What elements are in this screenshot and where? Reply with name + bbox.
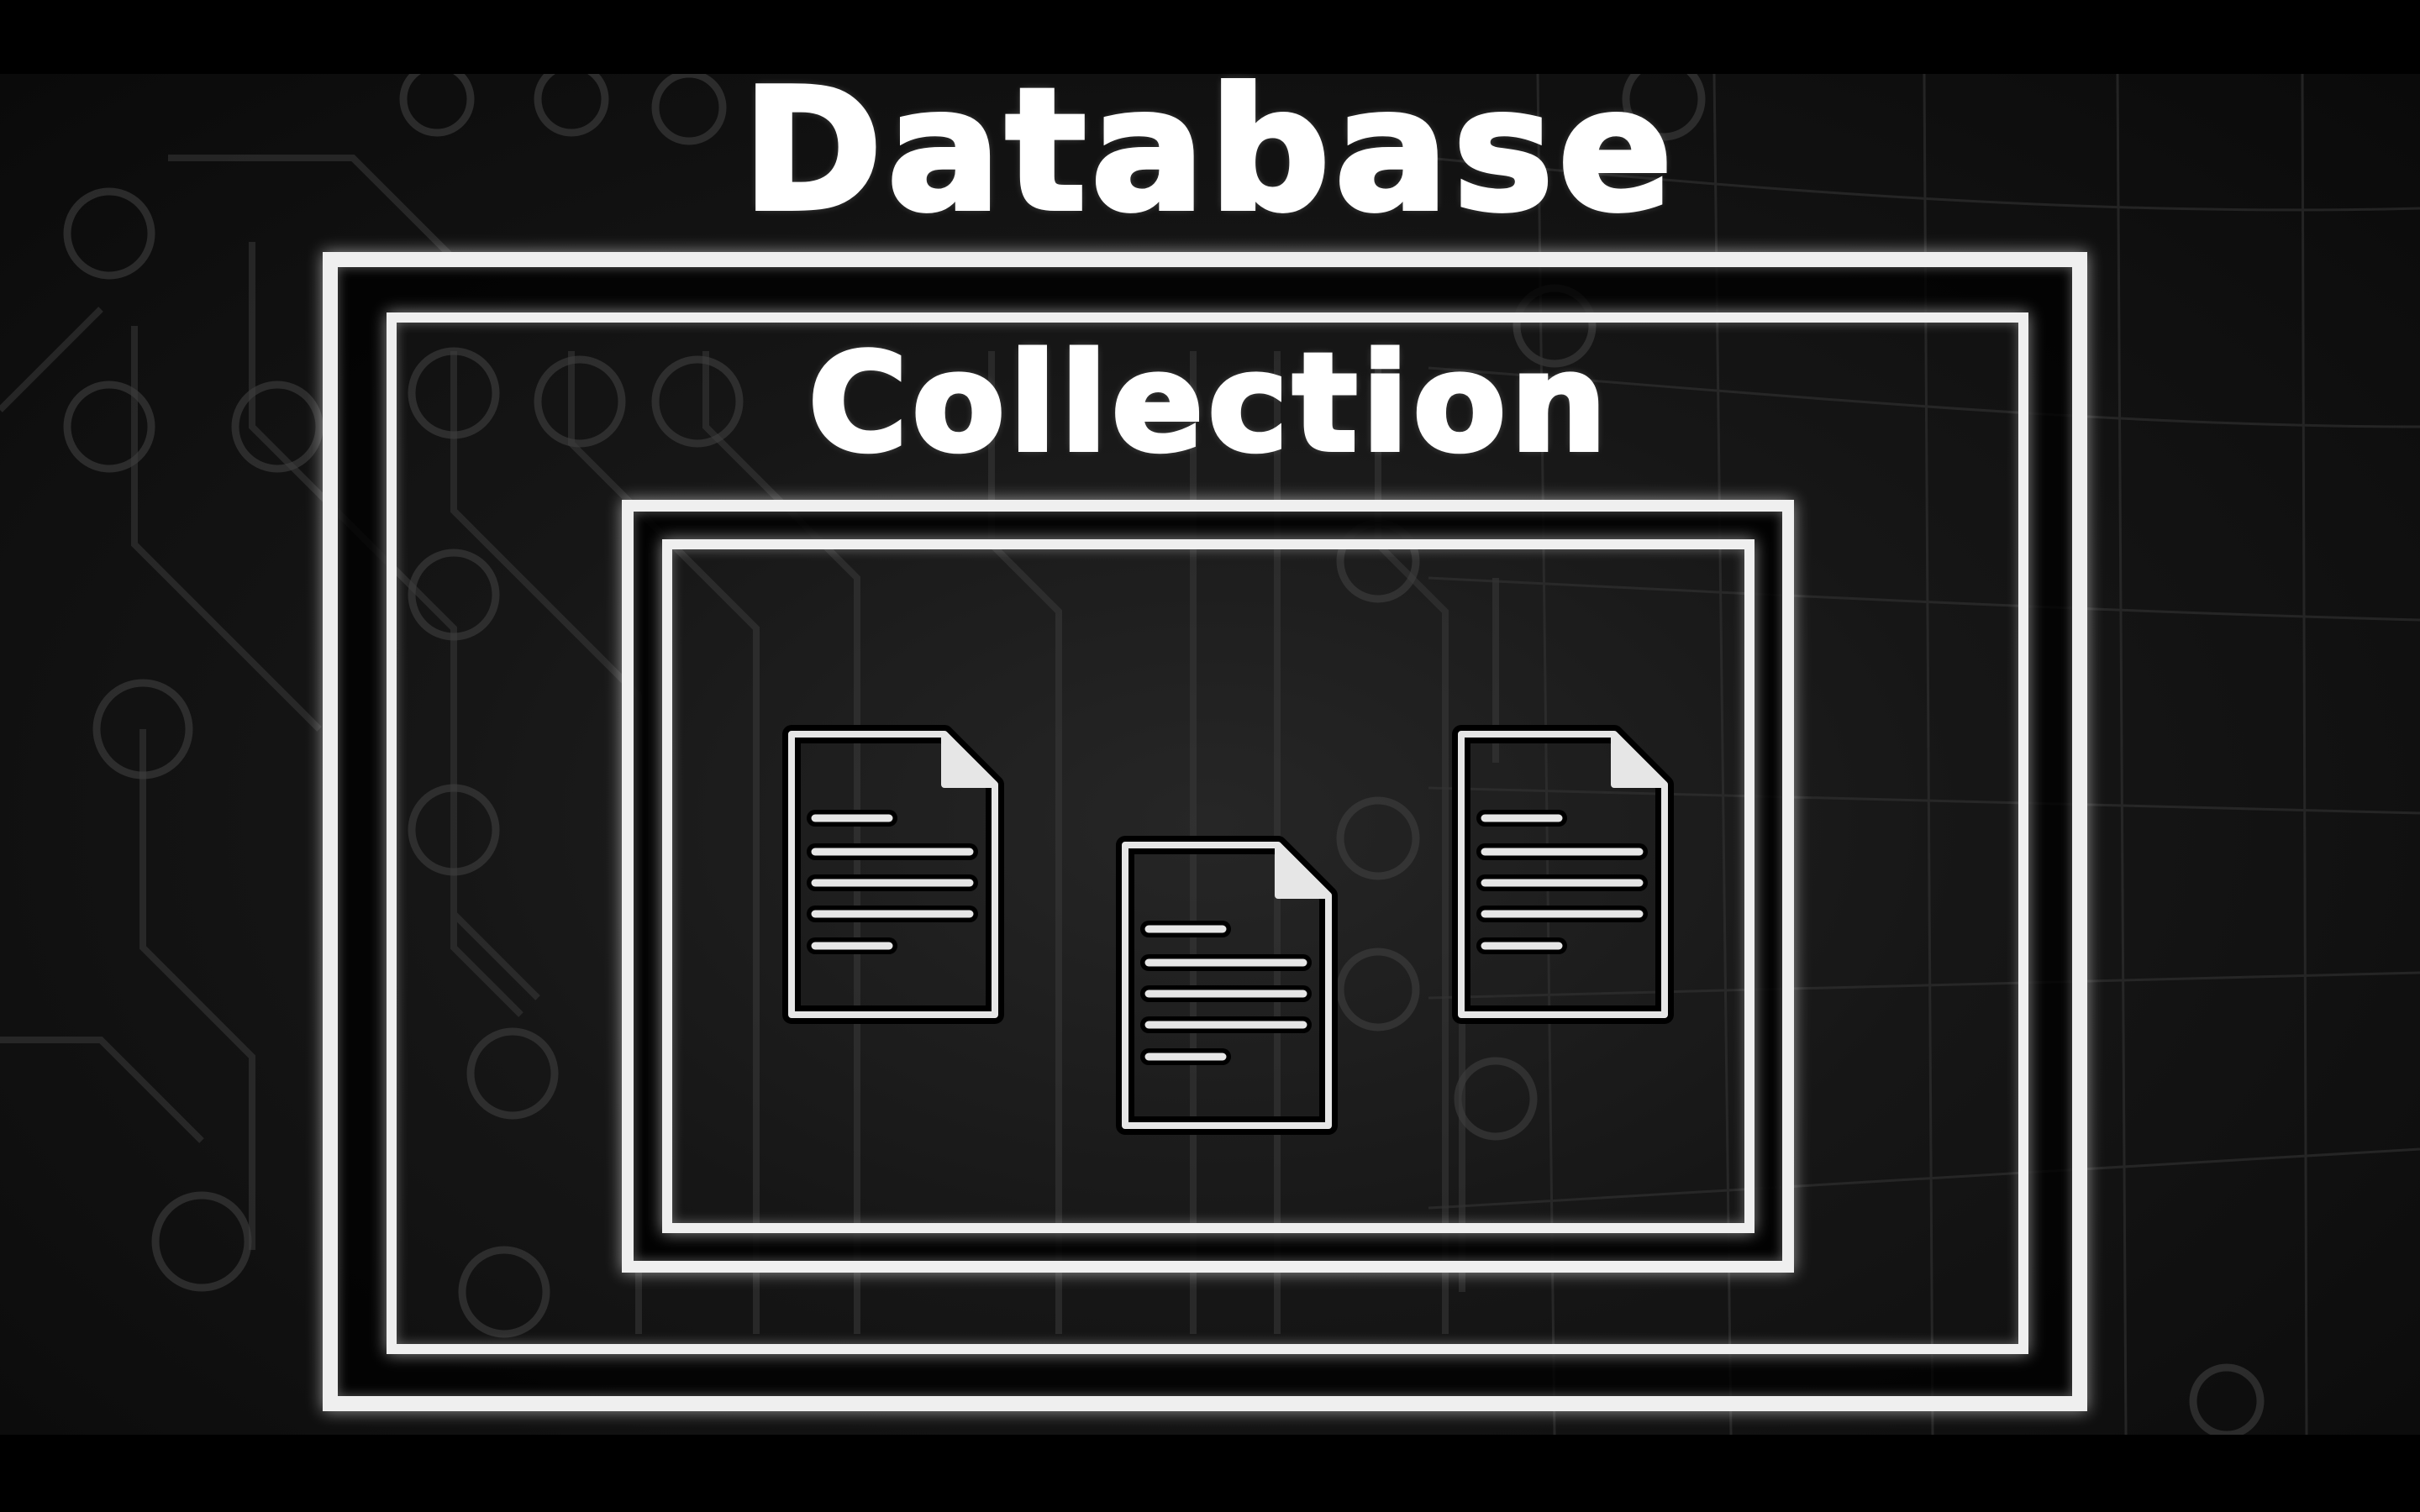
- document-icon: [1449, 725, 1676, 1024]
- document-icon: [780, 725, 1007, 1024]
- collection-label: Collection: [806, 324, 1612, 481]
- document-icon: [1113, 836, 1340, 1135]
- database-label: Database: [740, 53, 1678, 249]
- slide: Database Collection: [0, 0, 2420, 1512]
